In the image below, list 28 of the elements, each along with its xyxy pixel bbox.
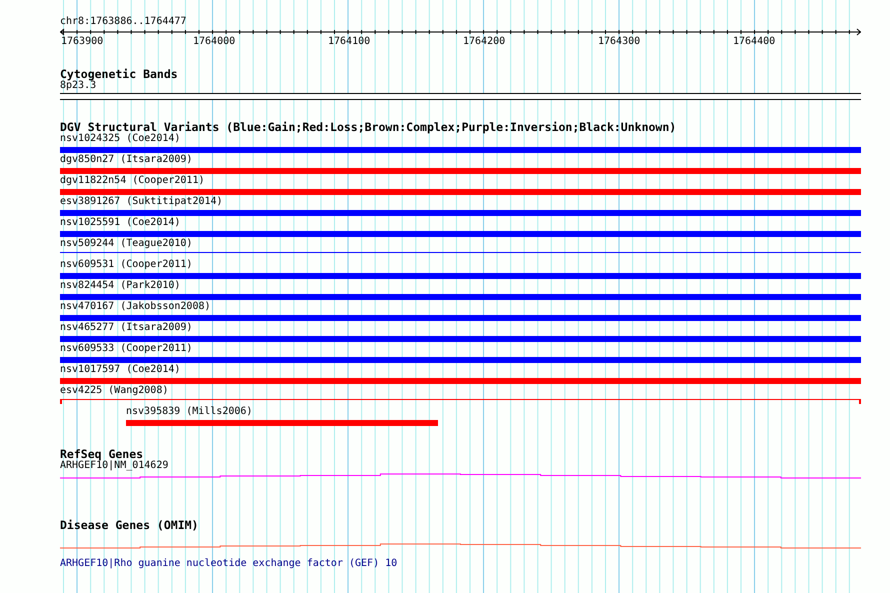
ruler-tick-label: 1764400 — [733, 36, 776, 48]
ruler-tick-label: 1764100 — [328, 36, 372, 48]
track-title: RefSeq Genes — [60, 448, 144, 460]
feature-label: nsv465277 (Itsara2009) — [60, 322, 192, 334]
feature-label: nsv1017597 (Coe2014) — [60, 364, 180, 376]
track-title: Disease Genes (OMIM) — [60, 519, 200, 531]
feature-label: nsv470167 (Jakobsson2008) — [60, 301, 211, 313]
feature-label: esv4225 (Wang2008) — [60, 385, 168, 397]
locus-label: chr8:1763886..1764477 — [60, 16, 188, 28]
disease-gene-label: ARHGEF10|Rho guanine nucleotide exchange factor (GEF) 10 — [60, 558, 398, 570]
feature-label: nsv609531 (Cooper2011) — [60, 259, 192, 271]
feature-label: esv3891267 (Suktitipat2014) — [60, 196, 223, 208]
track-title: DGV Structural Variants (Blue:Gain;Red:Loss;Brown:Complex;Purple:Inversion;Black:Unknown) — [60, 121, 678, 133]
track-title: Cytogenetic Bands — [60, 68, 179, 80]
feature-label: nsv609533 (Cooper2011) — [60, 343, 192, 355]
feature-label: nsv395839 (Mills2006) — [126, 406, 252, 418]
feature-label: nsv1024325 (Coe2014) — [60, 133, 180, 145]
feature-label: dgv11822n54 (Cooper2011) — [60, 175, 204, 187]
feature-label: 8p23.3 — [60, 80, 96, 92]
ruler-tick-label: 1764300 — [598, 36, 642, 48]
feature-label: nsv1025591 (Coe2014) — [60, 217, 180, 229]
feature-label: nsv509244 (Teague2010) — [60, 238, 192, 250]
ruler-tick-label: 1764200 — [463, 36, 506, 48]
feature-label: ARHGEF10|NM_014629 — [60, 460, 168, 472]
feature-label: nsv824454 (Park2010) — [60, 280, 180, 292]
ruler-tick-label: 1763900 — [61, 36, 104, 48]
ruler-tick-label: 1764000 — [193, 36, 236, 48]
feature-label: dgv850n27 (Itsara2009) — [60, 154, 192, 166]
